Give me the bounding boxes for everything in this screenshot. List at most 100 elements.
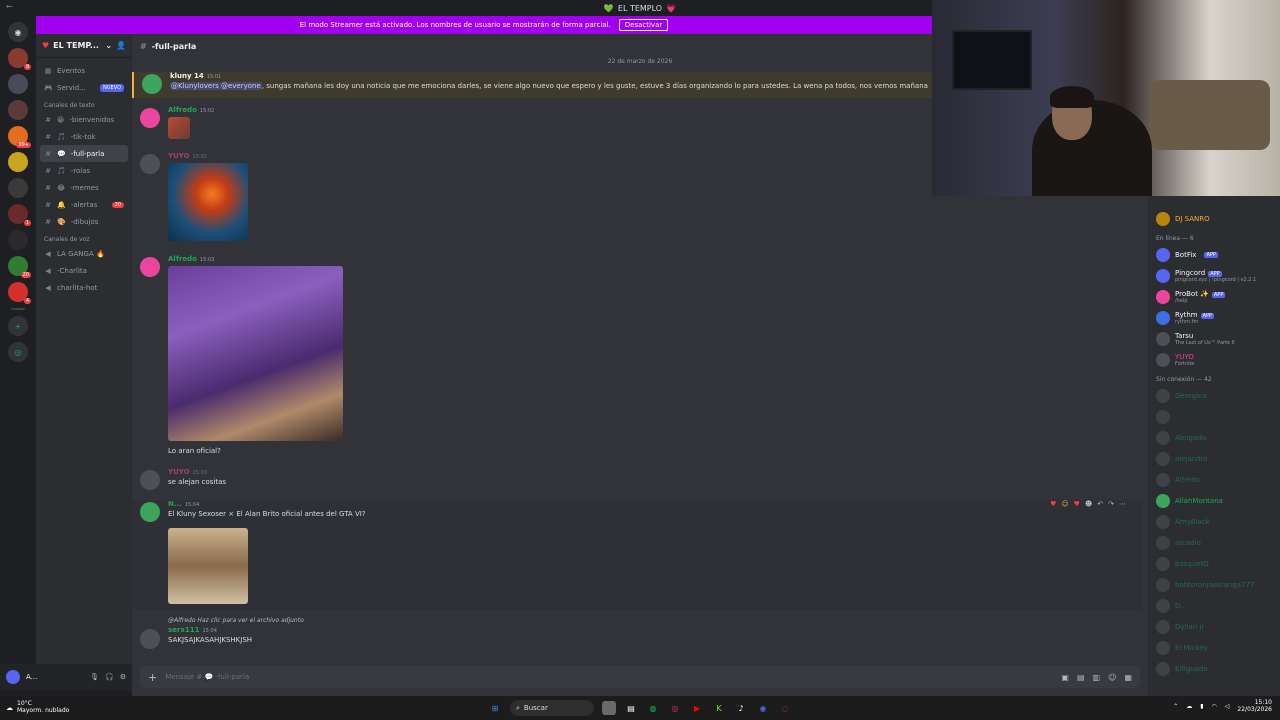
member-item[interactable]: Pingcord APP pingcord.xyz | !pingcord | v2… xyxy=(1148,265,1280,286)
add-reaction-icon[interactable]: ☻ xyxy=(1085,500,1092,508)
message[interactable]: N... 15:04 El Kluny Sexoser × El Alan Bri… xyxy=(132,500,1142,610)
channel-tik-tok[interactable]: # 🎵 -tik-tok xyxy=(36,128,132,145)
member-item[interactable]: D... xyxy=(1148,595,1280,616)
voice-channel-charlita-hot[interactable]: ◀ charlita-hot xyxy=(36,279,132,296)
member-item[interactable]: basquetO xyxy=(1148,553,1280,574)
sticker-icon[interactable]: ▥ xyxy=(1093,673,1101,682)
message-author[interactable]: Alfredo 15:02 xyxy=(168,106,214,114)
member-item[interactable]: Georgina xyxy=(1148,385,1280,406)
message[interactable]: YUYO 15:03 se alejan cositas xyxy=(132,468,1142,492)
member-item[interactable]: Alfredo xyxy=(1148,469,1280,490)
server-icon[interactable] xyxy=(8,74,28,94)
deactivate-button[interactable]: Desactivar xyxy=(618,19,669,31)
channel-full-parla[interactable]: # 💬 -full-parla xyxy=(40,145,128,162)
message-author[interactable]: YUYO 15:02 xyxy=(168,152,248,160)
server-icon[interactable]: 4 xyxy=(8,282,31,304)
member-item[interactable]: arcadio xyxy=(1148,532,1280,553)
chevron-down-icon[interactable]: ⌄ xyxy=(105,41,112,50)
member-item[interactable]: Tarsu The Last of Us™ Parte II xyxy=(1148,328,1280,349)
member-item[interactable] xyxy=(1148,406,1280,427)
text-category[interactable]: Canales de texto xyxy=(36,96,132,111)
heart-reaction-icon[interactable]: ♥ xyxy=(1074,500,1080,508)
mic-icon[interactable]: 🎙 xyxy=(90,673,99,681)
weather-widget[interactable]: 10°C Mayorm. nublado xyxy=(17,701,69,714)
chevron-up-icon[interactable]: ⌃ xyxy=(1173,703,1178,710)
avatar[interactable] xyxy=(140,257,160,277)
add-member-icon[interactable]: 👤 xyxy=(116,41,126,50)
headphones-icon[interactable]: 🎧 xyxy=(105,673,114,681)
member-item[interactable]: DJ SANRO xyxy=(1148,208,1280,229)
member-item[interactable]: ProBot ✨ APP/help xyxy=(1148,286,1280,307)
reply-icon[interactable]: ↶ xyxy=(1097,500,1103,508)
server-header[interactable]: ♥ EL TEMP... ⌄ 👤 xyxy=(36,34,132,58)
battery-icon[interactable]: ▮ xyxy=(1200,703,1203,710)
member-item[interactable]: Abugado xyxy=(1148,427,1280,448)
image-attachment[interactable] xyxy=(168,528,248,604)
member-item[interactable]: Rythm APP rythm.fm xyxy=(1148,307,1280,328)
discord-taskbar-icon[interactable]: ◉ xyxy=(756,701,770,715)
youtube-icon[interactable]: ▶ xyxy=(690,701,704,715)
image-attachment[interactable] xyxy=(168,117,190,139)
member-item[interactable]: YUYO Fortnite xyxy=(1148,349,1280,370)
instagram-icon[interactable]: ◎ xyxy=(668,701,682,715)
avatar[interactable] xyxy=(140,470,160,490)
message[interactable]: Alfredo 15:03 Lo aran oficial? xyxy=(132,255,1142,459)
message-author[interactable]: kluny 14 15:01 xyxy=(170,72,928,80)
channel-memes[interactable]: # 😂 -memes xyxy=(36,179,132,196)
member-item[interactable]: AmyBlack xyxy=(1148,511,1280,532)
server-icon[interactable] xyxy=(8,230,28,250)
server-icon[interactable]: 9 xyxy=(8,48,31,70)
add-server-icon[interactable]: + xyxy=(8,316,28,336)
server-icon[interactable] xyxy=(8,152,28,172)
events-item[interactable]: ▦ Eventos xyxy=(36,62,132,79)
server-icon[interactable]: 20 xyxy=(8,256,31,278)
emoji-reaction-icon[interactable]: ☺ xyxy=(1061,500,1068,508)
tiktok-icon[interactable]: ♪ xyxy=(734,701,748,715)
message-author[interactable]: Alfredo 15:03 xyxy=(168,255,343,263)
cloud-icon[interactable]: ☁ xyxy=(1186,703,1192,710)
chrome-icon[interactable]: ◌ xyxy=(778,701,792,715)
member-item[interactable]: Dyllan jr xyxy=(1148,616,1280,637)
gift-icon[interactable]: ▣ xyxy=(1061,673,1069,682)
clock[interactable]: 15:10 22/03/2026 xyxy=(1237,699,1272,713)
apps-icon[interactable]: ▦ xyxy=(1124,673,1132,682)
add-attachment-icon[interactable]: + xyxy=(148,671,157,684)
voice-channel-charlita[interactable]: ◀ -Charlita xyxy=(36,262,132,279)
message-input[interactable]: + Mensaje # 💬 -full-parla ▣ ▤ ▥ ☺ ▦ xyxy=(140,666,1140,688)
volume-icon[interactable]: ◁ xyxy=(1225,703,1230,710)
avatar[interactable] xyxy=(140,629,160,649)
mention[interactable]: @Klunylovers @everyone xyxy=(170,82,262,90)
avatar[interactable] xyxy=(140,154,160,174)
widgets-icon[interactable] xyxy=(602,701,616,715)
image-attachment[interactable] xyxy=(168,163,248,241)
member-item[interactable]: BotFix APP xyxy=(1148,244,1280,265)
kick-icon[interactable]: K xyxy=(712,701,726,715)
channel-alertas[interactable]: # 🔔 -alertas 20 xyxy=(36,196,132,213)
avatar[interactable] xyxy=(140,502,160,522)
gif-icon[interactable]: ▤ xyxy=(1077,673,1085,682)
back-arrow-icon[interactable]: ← xyxy=(6,2,13,11)
channel-bienvenidos[interactable]: # 😀 -bienvenidos xyxy=(36,111,132,128)
server-icon[interactable]: 99+ xyxy=(8,126,31,148)
channel-dibujos[interactable]: # 🎨 -dibujos xyxy=(36,213,132,230)
member-item[interactable]: alejandro xyxy=(1148,448,1280,469)
server-guide-item[interactable]: 🎮 Servid... NUEVO xyxy=(36,79,132,96)
member-item[interactable]: Elfiguado xyxy=(1148,658,1280,679)
voice-channel-la-ganga[interactable]: ◀ LA GANGA 🔥 xyxy=(36,245,132,262)
gear-icon[interactable]: ⚙ xyxy=(120,673,126,681)
avatar[interactable] xyxy=(142,74,162,94)
forward-icon[interactable]: ↷ xyxy=(1108,500,1114,508)
home-icon[interactable]: ◉ xyxy=(8,22,28,42)
windows-start-icon[interactable]: ⊞ xyxy=(488,701,502,715)
message[interactable]: @Alfredo Haz clic para ver el archivo ad… xyxy=(132,617,1142,653)
edge-icon[interactable]: ◍ xyxy=(646,701,660,715)
member-item[interactable]: bobtoronjaestanga777 xyxy=(1148,574,1280,595)
server-icon[interactable] xyxy=(8,178,28,198)
reply-reference[interactable]: @Alfredo Haz clic para ver el archivo ad… xyxy=(168,617,304,624)
server-icon[interactable] xyxy=(8,100,28,120)
avatar[interactable] xyxy=(140,108,160,128)
more-icon[interactable]: ⋯ xyxy=(1119,500,1126,508)
explore-icon[interactable]: ◎ xyxy=(8,342,28,362)
message-author[interactable]: YUYO 15:03 xyxy=(168,468,226,476)
server-icon[interactable]: 1 xyxy=(8,204,31,226)
